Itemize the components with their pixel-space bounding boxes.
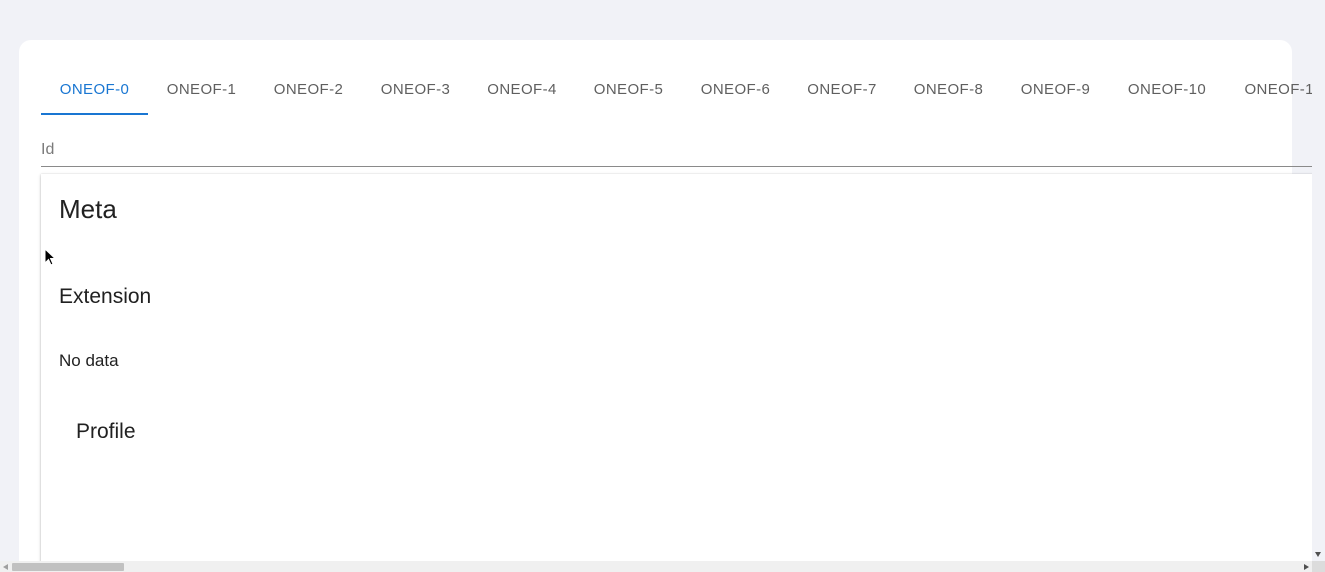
meta-panel: Meta Extension No data Profile (41, 174, 1312, 561)
horizontal-scrollbar[interactable] (0, 561, 1312, 572)
horizontal-scrollbar-thumb[interactable] (12, 563, 124, 571)
id-field-label: Id (41, 141, 55, 158)
scroll-right-arrow-icon[interactable] (1304, 564, 1309, 570)
tab-oneof-8[interactable]: ONEOF-8 (895, 64, 1002, 114)
tab-oneof-3[interactable]: ONEOF-3 (362, 64, 469, 114)
mouse-cursor-icon (44, 248, 56, 266)
id-field[interactable]: Id (41, 134, 1312, 167)
tab-oneof-5[interactable]: ONEOF-5 (575, 64, 682, 114)
scrollbar-corner (1312, 561, 1325, 572)
tab-oneof-7[interactable]: ONEOF-7 (789, 64, 895, 114)
tab-oneof-0[interactable]: ONEOF-0 (41, 64, 148, 115)
tab-oneof-6[interactable]: ONEOF-6 (682, 64, 789, 114)
scroll-down-arrow-icon[interactable] (1315, 552, 1321, 557)
meta-title: Meta (59, 194, 117, 224)
tab-oneof-4[interactable]: ONEOF-4 (469, 64, 575, 114)
tab-oneof-11[interactable]: ONEOF-11 (1225, 64, 1312, 114)
profile-title: Profile (76, 420, 136, 443)
tab-oneof-2[interactable]: ONEOF-2 (255, 64, 362, 114)
tab-oneof-1[interactable]: ONEOF-1 (148, 64, 255, 114)
tab-oneof-9[interactable]: ONEOF-9 (1002, 64, 1109, 114)
scroll-left-arrow-icon[interactable] (3, 564, 8, 570)
oneof-tab-bar: ONEOF-0 ONEOF-1 ONEOF-2 ONEOF-3 ONEOF-4 … (41, 64, 1312, 115)
extension-title: Extension (59, 285, 152, 308)
tab-oneof-10[interactable]: ONEOF-10 (1109, 64, 1225, 114)
vertical-scrollbar[interactable] (1312, 0, 1325, 561)
page-viewport: ONEOF-0 ONEOF-1 ONEOF-2 ONEOF-3 ONEOF-4 … (0, 0, 1312, 561)
no-data-text: No data (59, 351, 119, 370)
